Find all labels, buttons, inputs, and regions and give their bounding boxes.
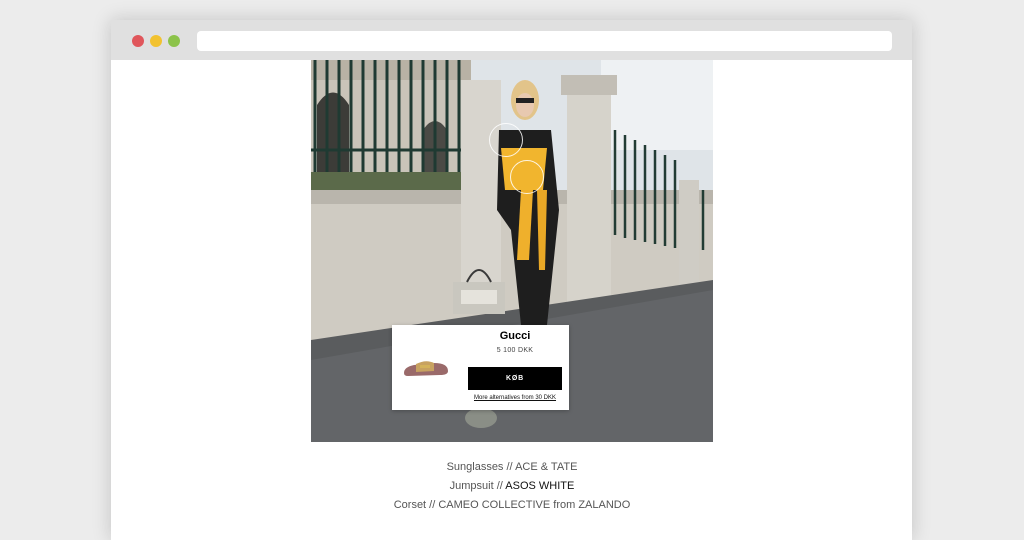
title-bar [111, 20, 912, 60]
more-alternatives-link[interactable]: More alternatives from 30 DKK [466, 395, 564, 401]
product-price: 5 100 DKK [496, 347, 534, 354]
credit-line: Corset // CAMEO COLLECTIVE from ZALANDO [311, 496, 713, 515]
credit-brand: ACE & TATE [515, 461, 578, 473]
address-bar[interactable] [197, 31, 892, 51]
close-window-dot-icon[interactable] [132, 35, 144, 47]
minimize-window-dot-icon[interactable] [150, 35, 162, 47]
product-brand: Gucci [499, 330, 531, 342]
buy-button[interactable]: KØB [468, 367, 562, 390]
fashion-photo: Gucci 5 100 DKK KØB More alternatives fr… [311, 60, 713, 442]
hotspot-sunglasses[interactable] [489, 123, 523, 157]
credit-brand-link[interactable]: ASOS WHITE [505, 480, 574, 492]
credit-item: Jumpsuit // [449, 480, 506, 492]
maximize-window-dot-icon[interactable] [168, 35, 180, 47]
outfit-credits: Sunglasses // ACE & TATE Jumpsuit // ASO… [311, 458, 713, 515]
credit-line: Sunglasses // ACE & TATE [311, 458, 713, 477]
credit-item: Corset // [393, 499, 439, 511]
credit-line: Jumpsuit // ASOS WHITE [311, 477, 713, 496]
product-popup: Gucci 5 100 DKK KØB More alternatives fr… [392, 325, 569, 410]
credit-item: Sunglasses // [446, 461, 516, 473]
browser-window: Gucci 5 100 DKK KØB More alternatives fr… [111, 20, 912, 540]
page-content: Gucci 5 100 DKK KØB More alternatives fr… [111, 60, 912, 540]
credit-brand: CAMEO COLLECTIVE from ZALANDO [438, 499, 631, 511]
shoe-thumbnail-icon[interactable] [400, 353, 452, 381]
hotspot-corset[interactable] [510, 160, 544, 194]
